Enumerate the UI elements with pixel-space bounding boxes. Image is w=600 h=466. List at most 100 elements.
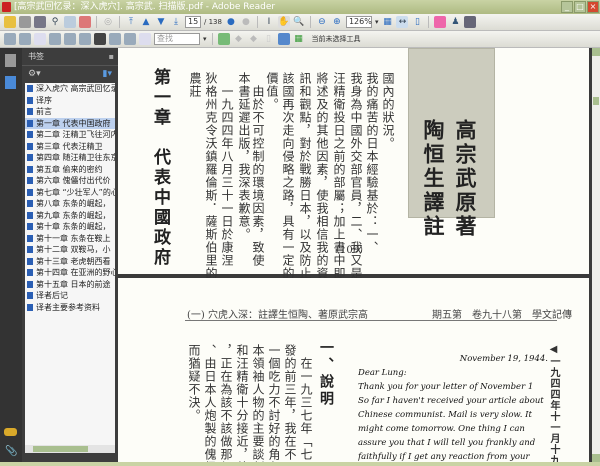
bookmark-icon — [27, 269, 33, 276]
select-text-icon[interactable]: I — [263, 16, 275, 28]
bookmark-item[interactable]: 译者后记 — [25, 290, 115, 302]
rotate-left-icon[interactable] — [109, 33, 121, 45]
previous-view-icon[interactable]: ● — [225, 16, 237, 28]
next-page-icon[interactable]: ▼ — [155, 16, 167, 28]
stamp-icon[interactable]: ♟ — [449, 16, 461, 28]
maximize-button[interactable]: □ — [574, 1, 586, 13]
hand-tool-icon[interactable]: ✋ — [277, 16, 290, 28]
bookmark-icon — [27, 200, 33, 207]
bookmark-item[interactable]: 第十三章 老虎朝西看 — [25, 256, 115, 268]
bookmark-item[interactable]: 第十五章 日本的前途 — [25, 279, 115, 291]
text-column: 發的前三年，我在不同環 — [283, 344, 297, 462]
comments-icon[interactable] — [4, 428, 17, 436]
bookmark-item[interactable]: 第十四章 在亚洲的野心 — [25, 267, 115, 279]
last-page-icon[interactable]: ⤓ — [170, 16, 182, 28]
save-icon[interactable] — [34, 16, 46, 28]
single-page-icon[interactable] — [4, 33, 16, 45]
scroll-down-button[interactable] — [592, 454, 600, 462]
open-folder-icon[interactable] — [4, 16, 16, 28]
bookmark-item[interactable]: 第二章 汪精卫飞往河内 — [25, 129, 115, 141]
letter-line: faithfully if I get any reaction from yo… — [358, 452, 530, 462]
snapshot-icon[interactable] — [139, 33, 151, 45]
pages-icon[interactable] — [5, 54, 16, 67]
chevron-down-icon[interactable]: ▾ — [375, 18, 379, 26]
bookmark-item[interactable]: 第十章 东条的崛起， — [25, 221, 115, 233]
scroll-up-button[interactable] — [592, 48, 600, 56]
first-page-icon[interactable]: ⤒ — [125, 16, 137, 28]
bookmark-label: 第十章 东条的崛起， — [36, 222, 111, 231]
text-column: 農莊 — [188, 72, 202, 98]
bookmark-item[interactable]: 前言 — [25, 106, 115, 118]
options-gear-icon[interactable]: ⚙▾ — [28, 69, 41, 79]
grid-icon[interactable]: ▦ — [293, 33, 305, 45]
disabled-tool-icon[interactable]: ▯ — [263, 33, 275, 45]
text-column: 本領袖人物的主要談判人 — [251, 344, 265, 462]
continuous-icon[interactable] — [34, 33, 46, 45]
bookmark-item[interactable]: 第八章 东条的崛起， — [25, 198, 115, 210]
reading-mode-icon[interactable] — [94, 33, 106, 45]
page-number-input[interactable]: 15 — [185, 16, 201, 28]
share-icon[interactable]: ◎ — [102, 16, 114, 28]
bookmark-item[interactable]: 第一章 代表中国政府 — [25, 117, 115, 129]
find-binoculars-icon[interactable]: ⚲ — [49, 16, 61, 28]
zoom-in-icon[interactable]: ⊕ — [331, 16, 343, 28]
scroll-thumb[interactable] — [593, 97, 599, 105]
bookmark-item[interactable]: 第七章 “少壮军人”的心态 — [25, 187, 115, 199]
zoom-level-select[interactable]: 126% — [345, 16, 372, 28]
search-input[interactable]: 查找 — [154, 33, 200, 45]
bookmark-item[interactable]: 深入虎穴 高宗武回忆录 — [25, 83, 115, 95]
minimize-button[interactable]: _ — [561, 1, 573, 13]
bookmark-label: 第五章 偷来的密约 — [36, 164, 103, 174]
bookmark-item[interactable]: 译者主要参考资料 — [25, 302, 115, 314]
fit-width-icon[interactable]: ↔ — [396, 16, 409, 28]
text-column: 在一九三七年「七・ — [299, 344, 313, 462]
email-icon[interactable] — [64, 16, 76, 28]
bookmark-item[interactable]: 第四章 随汪精卫往东京 — [25, 152, 115, 164]
note-icon[interactable]: ◆ — [248, 33, 260, 45]
create-pdf-icon[interactable] — [79, 16, 91, 28]
bookmark-item[interactable]: 第六章 傀儡付出代价 — [25, 175, 115, 187]
bookmarks-icon[interactable] — [5, 76, 16, 89]
status-bar — [0, 462, 600, 466]
bookmark-icon — [27, 142, 33, 150]
scroll-thumb[interactable] — [33, 446, 88, 452]
zoom-out-icon[interactable]: ⊖ — [316, 16, 328, 28]
highlight-icon[interactable]: ◆ — [233, 33, 245, 45]
bookmark-item[interactable]: 译序 — [25, 95, 115, 107]
search-dropdown-icon[interactable]: ▾ — [203, 35, 207, 43]
two-up-continuous-icon[interactable] — [64, 33, 76, 45]
chapter-heading: 第一章 代表中國政府 — [150, 68, 170, 268]
text-column: ，正在為該不該做那個加 — [219, 344, 233, 462]
next-view-icon[interactable]: ● — [240, 16, 252, 28]
comment-icon[interactable] — [464, 16, 477, 28]
zoom-tool-icon[interactable]: 🔍 — [293, 16, 305, 28]
close-panel-icon[interactable]: ▪ — [109, 48, 114, 66]
bookmark-icon — [27, 303, 33, 311]
bookmark-item[interactable]: 第三章 代表汪精卫 — [25, 141, 115, 153]
split-icon[interactable] — [79, 33, 91, 45]
attachments-paperclip-icon[interactable]: 📎 — [5, 446, 17, 457]
navigation-strip: 📎 — [0, 48, 22, 462]
close-button[interactable]: × — [587, 1, 599, 13]
fit-page-icon[interactable]: ▯ — [411, 16, 423, 28]
letter-line: Thank you for your letter of November 1 — [358, 382, 534, 392]
ocr-icon[interactable] — [277, 33, 290, 45]
two-up-icon[interactable] — [49, 33, 61, 45]
print-icon[interactable] — [19, 16, 31, 28]
vertical-scrollbar[interactable] — [592, 48, 600, 462]
previous-page-icon[interactable]: ▲ — [140, 16, 152, 28]
bookmark-item[interactable]: 第五章 偷来的密约 — [25, 164, 115, 176]
sign-icon[interactable] — [434, 16, 447, 28]
bookmark-horizontal-scrollbar[interactable] — [25, 445, 115, 453]
letter-line: assure you that I will tell you frankly … — [358, 438, 536, 448]
full-screen-icon[interactable] — [19, 33, 31, 45]
search-next-icon[interactable] — [217, 33, 230, 45]
bookmark-label: 第十五章 日本的前途 — [36, 279, 111, 289]
rotate-right-icon[interactable] — [124, 33, 136, 45]
bookmark-item[interactable]: 第十二章 双鞍马，小 — [25, 244, 115, 256]
bookmark-label: 第八章 东条的崛起， — [36, 199, 111, 208]
actual-size-icon[interactable]: ▦ — [381, 16, 393, 28]
bookmark-item[interactable]: 第十一章 东条在鞍上 — [25, 233, 115, 245]
bookmark-item[interactable]: 第九章 东条的崛起， — [25, 210, 115, 222]
expand-bookmark-icon[interactable]: ▮▾ — [103, 69, 112, 79]
